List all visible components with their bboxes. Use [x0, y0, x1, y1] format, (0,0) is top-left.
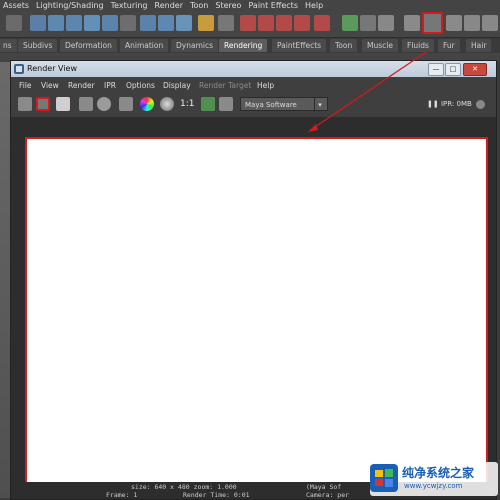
annotation-arrow: [308, 51, 427, 132]
watermark: 纯净系统之家 www.ycwjzy.com: [370, 462, 498, 496]
windows-logo-icon: [370, 464, 398, 492]
watermark-url: www.ycwjzy.com: [404, 482, 463, 490]
watermark-text: 纯净系统之家: [402, 466, 475, 480]
